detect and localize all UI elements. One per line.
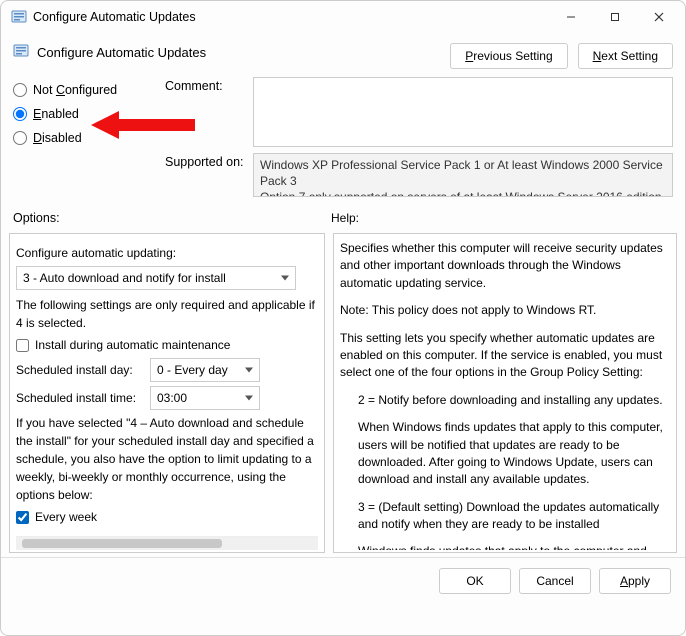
install-day-select[interactable]: 0 - Every day: [150, 358, 260, 382]
dialog-window: Configure Automatic Updates Configure Au…: [0, 0, 686, 636]
install-during-maintenance-input[interactable]: [16, 339, 29, 352]
supported-on-label: Supported on:: [165, 153, 247, 169]
install-during-maintenance-checkbox[interactable]: Install during automatic maintenance: [16, 336, 318, 354]
options-required-note: The following settings are only required…: [16, 296, 318, 332]
install-day-label: Scheduled install day:: [16, 361, 140, 379]
every-week-input[interactable]: [16, 511, 29, 524]
policy-name: Configure Automatic Updates: [37, 45, 206, 60]
radio-not-configured[interactable]: Not Configured: [13, 83, 155, 97]
radio-disabled[interactable]: Disabled: [13, 131, 155, 145]
options-horizontal-scrollbar[interactable]: [16, 536, 318, 550]
maximize-button[interactable]: [593, 2, 637, 32]
minimize-button[interactable]: [549, 2, 593, 32]
options-panel: Configure automatic updating: 3 - Auto d…: [9, 233, 325, 553]
options-heading: Configure automatic updating:: [16, 244, 318, 262]
policy-icon: [11, 9, 27, 25]
help-text: This setting lets you specify whether au…: [340, 330, 668, 382]
ok-button[interactable]: OK: [439, 568, 511, 594]
install-during-maintenance-label: Install during automatic maintenance: [35, 336, 230, 354]
apply-button[interactable]: Apply: [599, 568, 671, 594]
dialog-footer: OK Cancel Apply: [1, 557, 685, 604]
help-text: Windows finds updates that apply to the …: [340, 543, 668, 550]
comment-label: Comment:: [165, 77, 247, 93]
header-row: Configure Automatic Updates Previous Set…: [1, 33, 685, 75]
comment-input[interactable]: [253, 77, 673, 147]
radio-enabled[interactable]: Enabled: [13, 107, 155, 121]
next-setting-button[interactable]: Next Setting: [578, 43, 673, 69]
every-week-checkbox[interactable]: Every week: [16, 508, 318, 526]
help-panel: Specifies whether this computer will rec…: [333, 233, 677, 553]
help-text: 2 = Notify before downloading and instal…: [340, 392, 668, 409]
radio-disabled-input[interactable]: [13, 131, 27, 145]
previous-setting-button[interactable]: Previous Setting: [450, 43, 567, 69]
install-time-select[interactable]: 03:00: [150, 386, 260, 410]
install-time-label: Scheduled install time:: [16, 389, 140, 407]
radio-not-configured-input[interactable]: [13, 83, 27, 97]
help-text: Note: This policy does not apply to Wind…: [340, 302, 668, 319]
help-text: Specifies whether this computer will rec…: [340, 240, 668, 292]
radio-enabled-input[interactable]: [13, 107, 27, 121]
config-top: Not Configured Enabled Disabled Comment:…: [1, 75, 685, 203]
update-mode-select[interactable]: 3 - Auto download and notify for install: [16, 266, 296, 290]
cancel-button[interactable]: Cancel: [519, 568, 591, 594]
supported-on-text: Windows XP Professional Service Pack 1 o…: [253, 153, 673, 197]
help-text: 3 = (Default setting) Download the updat…: [340, 499, 668, 534]
state-radio-group: Not Configured Enabled Disabled: [13, 77, 155, 197]
help-header: Help:: [331, 211, 359, 225]
policy-icon: [13, 43, 29, 62]
help-text: When Windows finds updates that apply to…: [340, 419, 668, 489]
close-button[interactable]: [637, 2, 681, 32]
options-header: Options:: [13, 211, 331, 225]
options-paragraph: If you have selected "4 – Auto download …: [16, 414, 318, 504]
window-title: Configure Automatic Updates: [33, 10, 549, 24]
every-week-label: Every week: [35, 508, 97, 526]
titlebar: Configure Automatic Updates: [1, 1, 685, 33]
